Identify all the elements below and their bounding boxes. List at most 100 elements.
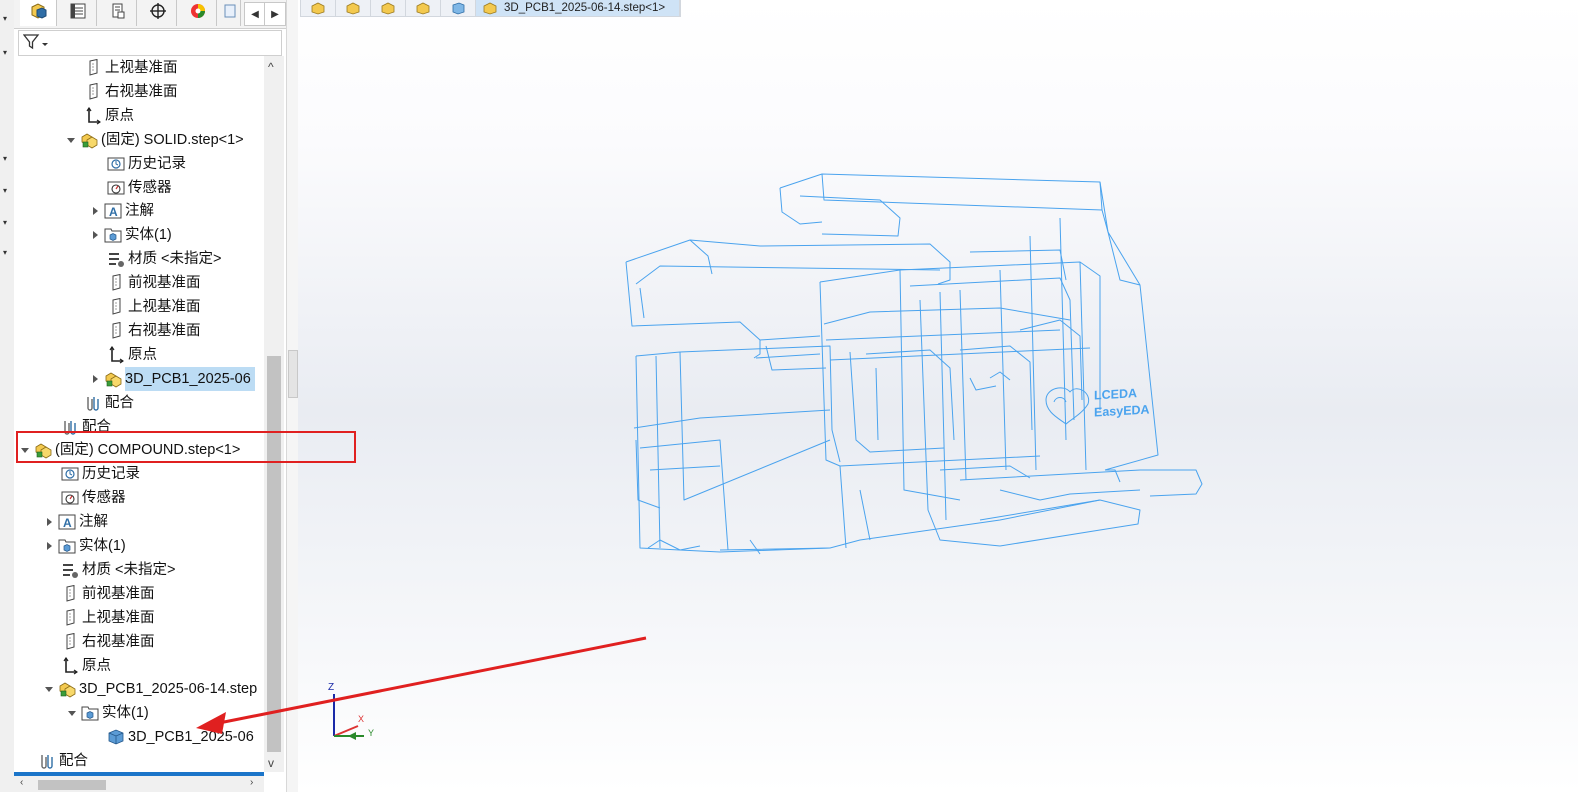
collapse-arrow-icon[interactable]: ▾	[3, 218, 7, 227]
tree-item-label: 实体(1)	[102, 705, 149, 722]
tab-scroll-right-button[interactable]: ▶	[264, 2, 286, 26]
tree-item[interactable]: 材质 <未指定>	[61, 558, 175, 582]
collapsed-twisty-icon[interactable]	[90, 223, 102, 247]
scroll-up-icon[interactable]: ^	[268, 60, 274, 74]
svg-text:A: A	[109, 205, 118, 219]
bodies-icon	[58, 537, 76, 555]
graphics-viewport[interactable]: 3D_PCB1_2025-06-14.step<1> LCEDA EasyEDA…	[298, 0, 1578, 792]
tree-vertical-scrollbar[interactable]: ^ v	[264, 56, 284, 772]
material-icon	[61, 561, 79, 579]
plane-icon	[84, 59, 102, 77]
solid-body-icon	[107, 728, 125, 746]
annotation-icon: A	[58, 513, 76, 531]
collapse-arrow-icon[interactable]: ▾	[3, 48, 7, 57]
tree-filter-box[interactable]	[18, 30, 282, 56]
tree-item-label: 历史记录	[82, 466, 140, 483]
tree-item[interactable]: 原点	[61, 654, 111, 678]
tree-item-label: 原点	[82, 657, 111, 674]
tree-item-label: 上视基准面	[128, 299, 201, 315]
scroll-down-icon[interactable]: v	[268, 756, 274, 770]
expanded-twisty-icon[interactable]	[66, 128, 78, 152]
configuration-manager-tab-icon	[108, 2, 128, 25]
tree-item[interactable]: 右视基准面	[84, 80, 178, 104]
tree-item-label: 原点	[128, 346, 157, 363]
splitter-grip[interactable]	[288, 350, 298, 398]
svg-text:A: A	[63, 516, 72, 530]
more-tabs[interactable]	[220, 0, 241, 26]
filter-icon[interactable]	[22, 34, 49, 55]
tree-item[interactable]: 配合	[38, 749, 88, 772]
tree-item-label: 实体(1)	[125, 227, 172, 244]
tree-item-label: 上视基准面	[82, 609, 155, 626]
pcb-wireframe-model[interactable]	[298, 0, 1578, 792]
tree-item[interactable]: 原点	[84, 104, 134, 128]
more-tabs-icon	[223, 2, 237, 25]
tree-item[interactable]: 实体(1)	[44, 534, 126, 558]
plane-icon	[107, 298, 125, 316]
tree-item-label: 前视基准面	[82, 585, 155, 602]
tree-item-label: 历史记录	[128, 155, 186, 172]
scroll-left-icon[interactable]: ‹	[20, 777, 23, 788]
tree-item[interactable]: 前视基准面	[61, 582, 155, 606]
tree-item-label: 3D_PCB1_2025-06-14.step	[79, 681, 258, 698]
feature-manager-tab[interactable]	[20, 0, 57, 26]
material-icon	[107, 250, 125, 268]
scrollbar-thumb[interactable]	[267, 356, 281, 752]
tree-item[interactable]: 上视基准面	[61, 606, 155, 630]
collapsed-twisty-icon[interactable]	[90, 367, 102, 391]
tree-item[interactable]: 上视基准面	[84, 56, 178, 80]
tree-item[interactable]: 3D_PCB1_2025-06	[107, 725, 254, 749]
tree-item[interactable]: 实体(1)	[67, 701, 149, 725]
tree-item[interactable]: 上视基准面	[107, 295, 201, 319]
collapse-arrow-icon[interactable]: ▾	[3, 186, 7, 195]
tree-item[interactable]: 历史记录	[61, 462, 140, 486]
property-manager-tab-icon	[68, 2, 88, 25]
property-manager-tab[interactable]	[60, 0, 97, 26]
tree-item-label: 配合	[59, 753, 88, 770]
tree-item[interactable]: 历史记录	[107, 152, 186, 176]
bodies-icon	[81, 704, 99, 722]
tree-item[interactable]: 配合	[84, 391, 134, 415]
subassembly-icon	[58, 680, 76, 698]
expanded-twisty-icon[interactable]	[67, 701, 79, 725]
subassembly-icon	[104, 370, 122, 388]
scroll-right-icon[interactable]: ›	[250, 777, 253, 788]
tree-item[interactable]: 3D_PCB1_2025-06	[90, 366, 255, 391]
tree-item-label: 实体(1)	[79, 538, 126, 554]
configuration-manager-tab[interactable]	[100, 0, 137, 26]
tree-item[interactable]: (固定) SOLID.step<1>	[66, 128, 244, 152]
tree-item[interactable]: 右视基准面	[61, 630, 155, 654]
collapsed-twisty-icon[interactable]	[90, 199, 102, 223]
tree-item[interactable]: 3D_PCB1_2025-06-14.step	[44, 677, 257, 701]
display-manager-tab[interactable]	[180, 0, 217, 26]
mates-icon	[84, 394, 102, 412]
tree-item-label: 配合	[105, 394, 134, 411]
collapsed-twisty-icon[interactable]	[44, 510, 56, 534]
plane-icon	[107, 274, 125, 292]
dimxpert-manager-tab[interactable]	[140, 0, 177, 26]
tree-item[interactable]: 传感器	[107, 176, 172, 200]
tree-item-label: 前视基准面	[128, 275, 201, 292]
tab-scroll-left-button[interactable]: ◀	[244, 2, 266, 26]
easyeda-logo-text: LCEDA EasyEDA	[1094, 385, 1150, 422]
tree-item[interactable]: 实体(1)	[90, 223, 172, 247]
tree-item[interactable]: 材质 <未指定>	[107, 247, 221, 271]
tree-item[interactable]: 传感器	[61, 486, 126, 510]
tree-item[interactable]: 前视基准面	[107, 271, 201, 295]
tree-horizontal-scrollbar[interactable]: ‹ ›	[14, 772, 264, 792]
tree-item[interactable]: A 注解	[44, 510, 108, 534]
tree-item[interactable]: 右视基准面	[107, 319, 201, 343]
triad-z-label: Z	[328, 682, 335, 693]
collapsed-twisty-icon[interactable]	[44, 534, 56, 558]
tree-item[interactable]: A 注解	[90, 199, 154, 223]
horizontal-scrollbar-thumb[interactable]	[38, 780, 106, 790]
tree-item-label: 3D_PCB1_2025-06	[125, 366, 255, 391]
collapse-arrow-icon[interactable]: ▾	[3, 248, 7, 257]
triad-x-label: X	[358, 714, 365, 724]
logo-line-easyeda: EasyEDA	[1094, 402, 1150, 420]
plane-icon	[61, 632, 79, 651]
collapse-arrow-icon[interactable]: ▾	[3, 154, 7, 163]
expanded-twisty-icon[interactable]	[44, 677, 56, 701]
tree-item[interactable]: 原点	[107, 343, 157, 367]
collapse-arrow-icon[interactable]: ▾	[3, 14, 7, 23]
